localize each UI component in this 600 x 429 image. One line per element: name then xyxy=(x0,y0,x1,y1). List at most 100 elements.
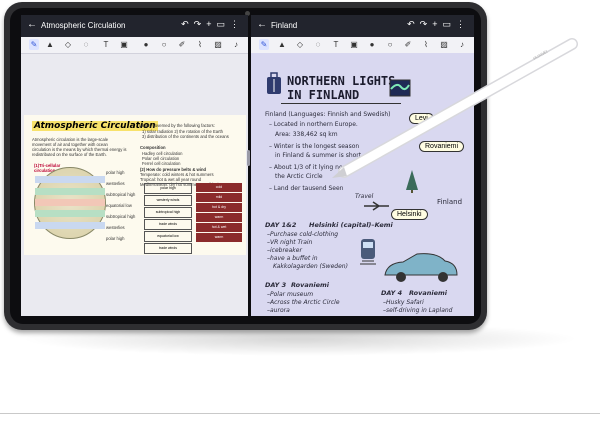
factor-line-2: 3) distribution of the continents and th… xyxy=(142,134,229,139)
color-icon[interactable]: ● xyxy=(367,39,377,50)
globe-band xyxy=(35,188,105,195)
day3-place: Rovaniemi xyxy=(291,281,330,289)
train-icon xyxy=(360,239,376,265)
pen-icon[interactable]: ✎ xyxy=(259,39,269,50)
day12-item: Kakkolagarden (Sweden) xyxy=(273,263,348,270)
more-icon[interactable]: ⋮ xyxy=(456,19,470,29)
ruler-icon[interactable]: ⌇ xyxy=(421,39,431,50)
marker-icon[interactable]: ✐ xyxy=(403,39,413,50)
pressure-belt-table: polar high westerly winds subtropical hi… xyxy=(144,183,192,254)
composition-item: Ferrel cell circulation xyxy=(142,161,181,166)
layout-icon[interactable]: ▭ xyxy=(216,19,230,29)
finland-note-page: NORTHERN LIGHTS IN FINLAND Finland (Lang… xyxy=(251,53,474,316)
undo-icon[interactable]: ↶ xyxy=(407,19,420,29)
table-cell: equatorial low xyxy=(144,231,192,242)
left-note-pane: ← Atmospheric Circulation ↶↷+▭⋮ ✎ ▲ ◇ ◌ … xyxy=(21,15,248,316)
marker-icon[interactable]: ✐ xyxy=(177,39,187,50)
titlebar-actions: ↶↷+▭⋮ xyxy=(181,19,244,30)
undo-icon[interactable]: ↶ xyxy=(181,19,194,29)
climate-cell: warm xyxy=(196,213,242,222)
split-view-divider-handle[interactable] xyxy=(247,150,250,166)
table-cell: subtropical high xyxy=(144,207,192,218)
day12-item: –VR night Train xyxy=(267,239,313,246)
day3-item: –aurora xyxy=(267,307,290,314)
table-cell: polar high xyxy=(144,183,192,194)
titlebar-actions: ↶↷+▭⋮ xyxy=(407,19,470,30)
color-icon[interactable]: ● xyxy=(141,39,151,50)
car-illustration xyxy=(384,253,458,282)
fact-line: – Winter is the longest season xyxy=(269,143,360,150)
lasso-icon[interactable]: ◌ xyxy=(81,39,91,50)
layout-icon[interactable]: ▭ xyxy=(442,19,456,29)
shape-icon[interactable]: ○ xyxy=(159,39,169,50)
globe-band xyxy=(35,176,105,183)
globe-band xyxy=(35,199,105,206)
fact-line: the Arctic Circle xyxy=(275,173,323,180)
intro-paragraph: Atmospheric circulation is the large-sca… xyxy=(32,137,127,157)
globe-label: subtropical high xyxy=(106,214,136,219)
globe-label: subtropical high xyxy=(106,192,136,197)
text-icon[interactable]: T xyxy=(331,39,341,50)
airplane-icon xyxy=(364,201,389,211)
back-arrow-icon[interactable]: ← xyxy=(27,19,37,30)
mic-icon[interactable]: ♪ xyxy=(457,39,467,50)
aurora-picture-icon xyxy=(389,79,411,97)
text-icon[interactable]: T xyxy=(101,39,111,50)
lasso-icon[interactable]: ◌ xyxy=(313,39,323,50)
day4-item: –Husky Safari xyxy=(383,299,424,306)
eraser-icon[interactable]: ◇ xyxy=(63,39,73,50)
composition-heading: Composition xyxy=(140,145,166,150)
table-cell: trade winds xyxy=(144,243,192,254)
day4-item: –self-driving in Lapland xyxy=(383,307,453,314)
day3-item: –Across the Arctic Circle xyxy=(267,299,340,306)
climate-cell: cold xyxy=(196,183,242,192)
day12-item: –icebreaker xyxy=(267,247,302,254)
fact-line: in Finland & summer is short. xyxy=(275,152,364,159)
travel-label: Travel xyxy=(355,193,374,200)
suitcase-icon xyxy=(267,72,281,94)
fact-line: – Land der tausend Seen xyxy=(269,185,344,192)
levi-label: Levi xyxy=(409,113,434,124)
climate-cell: warm xyxy=(196,233,242,242)
mic-icon[interactable]: ♪ xyxy=(231,39,241,50)
shape-icon[interactable]: ○ xyxy=(385,39,395,50)
more-icon[interactable]: ⋮ xyxy=(230,19,244,29)
ruler-icon[interactable]: ⌇ xyxy=(195,39,205,50)
climate-cell: mild xyxy=(196,193,242,202)
highlighter-icon[interactable]: ▲ xyxy=(45,39,55,50)
rovaniemi-label: Rovaniemi xyxy=(419,141,465,152)
add-icon[interactable]: + xyxy=(432,19,442,29)
redo-icon[interactable]: ↷ xyxy=(420,19,433,29)
day3-heading: DAY 3 xyxy=(265,281,287,289)
pen-icon[interactable]: ✎ xyxy=(29,39,39,50)
day12-place: Helsinki (capital)–Kemi xyxy=(309,221,393,229)
redo-icon[interactable]: ↷ xyxy=(194,19,207,29)
northern-lights-title-1: NORTHERN LIGHTS xyxy=(287,74,396,88)
left-titlebar: ← Atmospheric Circulation ↶↷+▭⋮ xyxy=(21,15,248,37)
right-titlebar: ← Finland ↶↷+▭⋮ xyxy=(251,15,474,37)
atmospheric-note-page: Atmospheric Circulation largely governed… xyxy=(24,115,246,255)
globe-label: polar high xyxy=(106,170,125,175)
grid-icon[interactable]: ▨ xyxy=(213,39,223,50)
pine-tree-icon xyxy=(406,170,418,193)
globe-band xyxy=(35,210,105,217)
add-icon[interactable]: + xyxy=(206,19,216,29)
climate-cell: hot & wet xyxy=(196,223,242,232)
climate-column: cold mild hot & dry warm hot & wet warm xyxy=(196,183,242,243)
eraser-icon[interactable]: ◇ xyxy=(295,39,305,50)
northern-lights-title-2: IN FINLAND xyxy=(287,88,360,102)
fact-line: – About 1/3 of it lying north of xyxy=(269,164,359,171)
climate-cell: hot & dry xyxy=(196,203,242,212)
right-note-pane: ← Finland ↶↷+▭⋮ ✎ ▲ ◇ ◌ T ▣ ● ○ ✐ ⌇ ▨ ♪ … xyxy=(251,15,474,316)
highlighter-icon[interactable]: ▲ xyxy=(277,39,287,50)
globe-band xyxy=(35,222,105,229)
page-bottom-rule xyxy=(0,413,600,414)
grid-icon[interactable]: ▨ xyxy=(439,39,449,50)
globe-label: polar high xyxy=(106,236,125,241)
finland-map-label: Finland xyxy=(437,198,463,206)
image-icon[interactable]: ▣ xyxy=(119,39,129,50)
image-icon[interactable]: ▣ xyxy=(349,39,359,50)
back-arrow-icon[interactable]: ← xyxy=(257,19,267,30)
factors-heading: largely governed by the following factor… xyxy=(139,123,215,128)
helsinki-label: Helsinki xyxy=(391,209,428,220)
